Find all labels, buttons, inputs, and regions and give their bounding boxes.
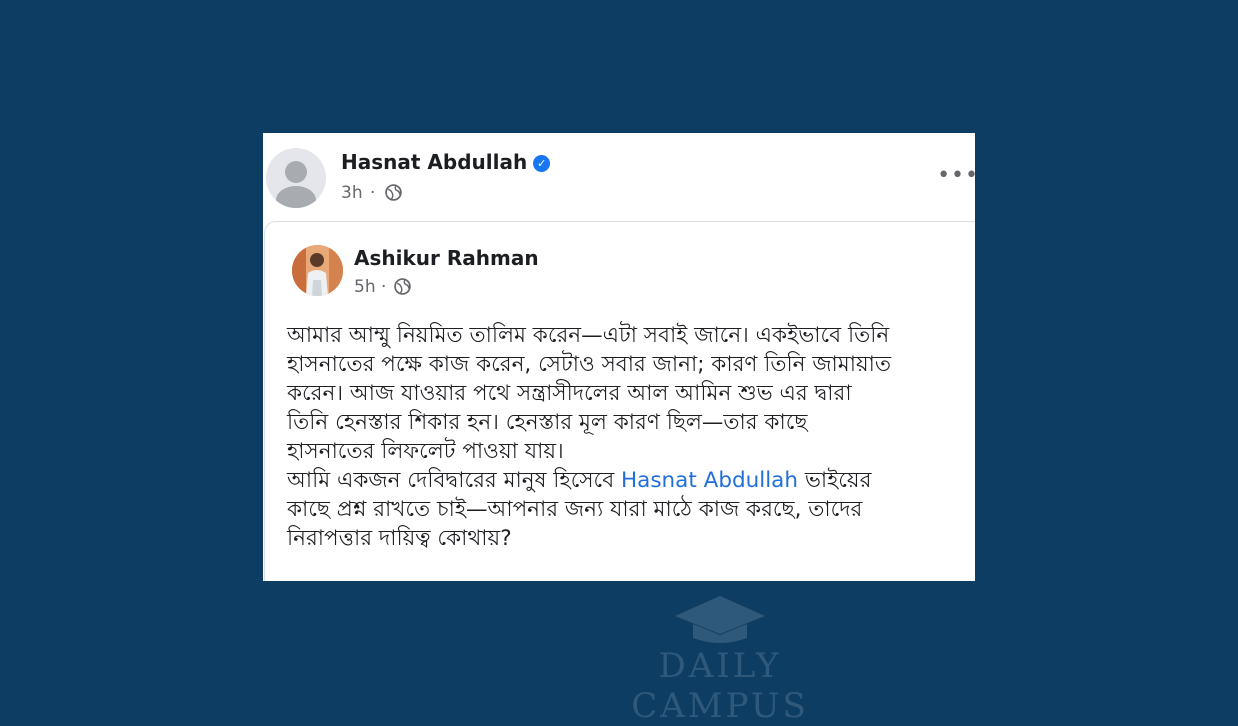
meta-separator: ·: [381, 277, 387, 297]
author-name[interactable]: Hasnat Abdullah: [341, 150, 527, 174]
facebook-post-card: Hasnat Abdullah ✓ 3h · ••• Ashikur Rahman: [263, 133, 975, 581]
watermark-text: DAILY CAMPUS: [631, 646, 809, 726]
verified-badge-icon: ✓: [533, 155, 551, 172]
meta-separator: ·: [370, 183, 376, 203]
post-time[interactable]: 3h: [341, 183, 363, 203]
shared-post: Ashikur Rahman 5h · আমার আম্মু নিয়মিত ত…: [264, 221, 975, 581]
shared-post-time[interactable]: 5h: [354, 277, 376, 297]
author-name-row: Hasnat Abdullah ✓: [341, 150, 551, 174]
shared-post-meta: 5h ·: [354, 277, 411, 297]
mention-link[interactable]: Hasnat Abdullah: [621, 468, 798, 493]
globe-icon: [385, 184, 402, 201]
graduation-cap-icon: [675, 596, 765, 643]
watermark-logo: DAILY CAMPUS: [575, 590, 865, 726]
shared-author-name[interactable]: Ashikur Rahman: [354, 246, 539, 270]
post-meta: 3h ·: [341, 183, 402, 203]
shared-author-avatar[interactable]: [292, 245, 343, 296]
post-body-text: আমার আম্মু নিয়মিত তালিম করেন—এটা সবাই জ…: [287, 321, 975, 553]
more-options-icon[interactable]: •••: [937, 163, 975, 188]
post-header: Hasnat Abdullah ✓ 3h · •••: [263, 133, 975, 221]
globe-icon: [394, 278, 411, 295]
author-avatar[interactable]: [266, 148, 326, 208]
person-photo-icon: [292, 245, 343, 296]
default-avatar-icon: [276, 161, 316, 208]
